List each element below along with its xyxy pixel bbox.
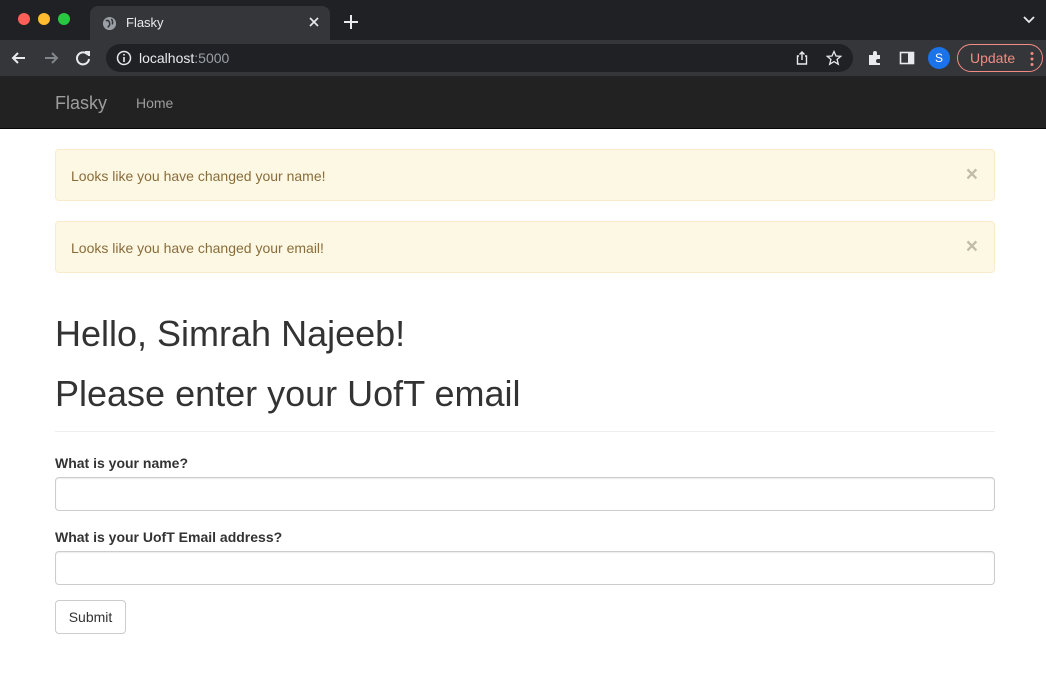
- page-title: Please enter your UofT email: [55, 373, 521, 414]
- tab-title: Flasky: [126, 15, 164, 30]
- url-host: localhost: [139, 50, 195, 66]
- window-maximize-button[interactable]: [58, 13, 70, 25]
- email-label: What is your UofT Email address?: [55, 529, 283, 545]
- puzzle-icon[interactable]: [866, 49, 884, 67]
- side-panel-icon[interactable]: [898, 49, 916, 67]
- arrow-right-icon[interactable]: [41, 48, 61, 68]
- browser-tab[interactable]: Flasky: [90, 6, 330, 40]
- update-button-label: Update: [970, 50, 1016, 66]
- star-icon[interactable]: [826, 50, 842, 66]
- email-field[interactable]: [55, 551, 995, 585]
- window-minimize-button[interactable]: [38, 13, 50, 25]
- flash-alert-name: Looks like you have changed your name! ×: [55, 149, 995, 201]
- nav-item-home[interactable]: Home: [136, 95, 173, 111]
- avatar[interactable]: S: [928, 47, 950, 69]
- chevron-down-icon[interactable]: [1022, 15, 1036, 25]
- window-close-button[interactable]: [18, 13, 30, 25]
- url-text: localhost:5000: [139, 50, 229, 66]
- info-icon[interactable]: [116, 50, 132, 66]
- greeting-heading: Hello, Simrah Najeeb!: [55, 313, 406, 354]
- browser-tab-bar: Flasky: [0, 0, 1046, 40]
- navbar-brand[interactable]: Flasky: [55, 93, 107, 114]
- plus-icon[interactable]: [342, 13, 360, 31]
- divider: [55, 431, 995, 432]
- submit-button[interactable]: Submit: [55, 600, 126, 634]
- arrow-left-icon[interactable]: [9, 48, 29, 68]
- flash-alert-email: Looks like you have changed your email! …: [55, 221, 995, 273]
- alert-message: Looks like you have changed your email!: [71, 240, 324, 256]
- site-navbar: Flasky Home: [0, 76, 1046, 129]
- globe-icon: [102, 16, 117, 31]
- browser-toolbar: localhost:5000 S Update: [0, 40, 1046, 76]
- url-port: :5000: [194, 50, 230, 66]
- alert-message: Looks like you have changed your name!: [71, 168, 326, 184]
- name-label: What is your name?: [55, 455, 189, 471]
- address-bar[interactable]: localhost:5000: [106, 44, 853, 72]
- share-icon[interactable]: [794, 50, 810, 66]
- alert-close-button[interactable]: ×: [966, 236, 978, 257]
- name-field[interactable]: [55, 477, 995, 511]
- update-button[interactable]: Update: [957, 44, 1043, 72]
- reload-icon[interactable]: [73, 48, 93, 68]
- alert-close-button[interactable]: ×: [966, 164, 978, 185]
- more-vertical-icon[interactable]: [1030, 51, 1034, 67]
- close-icon[interactable]: [306, 14, 322, 30]
